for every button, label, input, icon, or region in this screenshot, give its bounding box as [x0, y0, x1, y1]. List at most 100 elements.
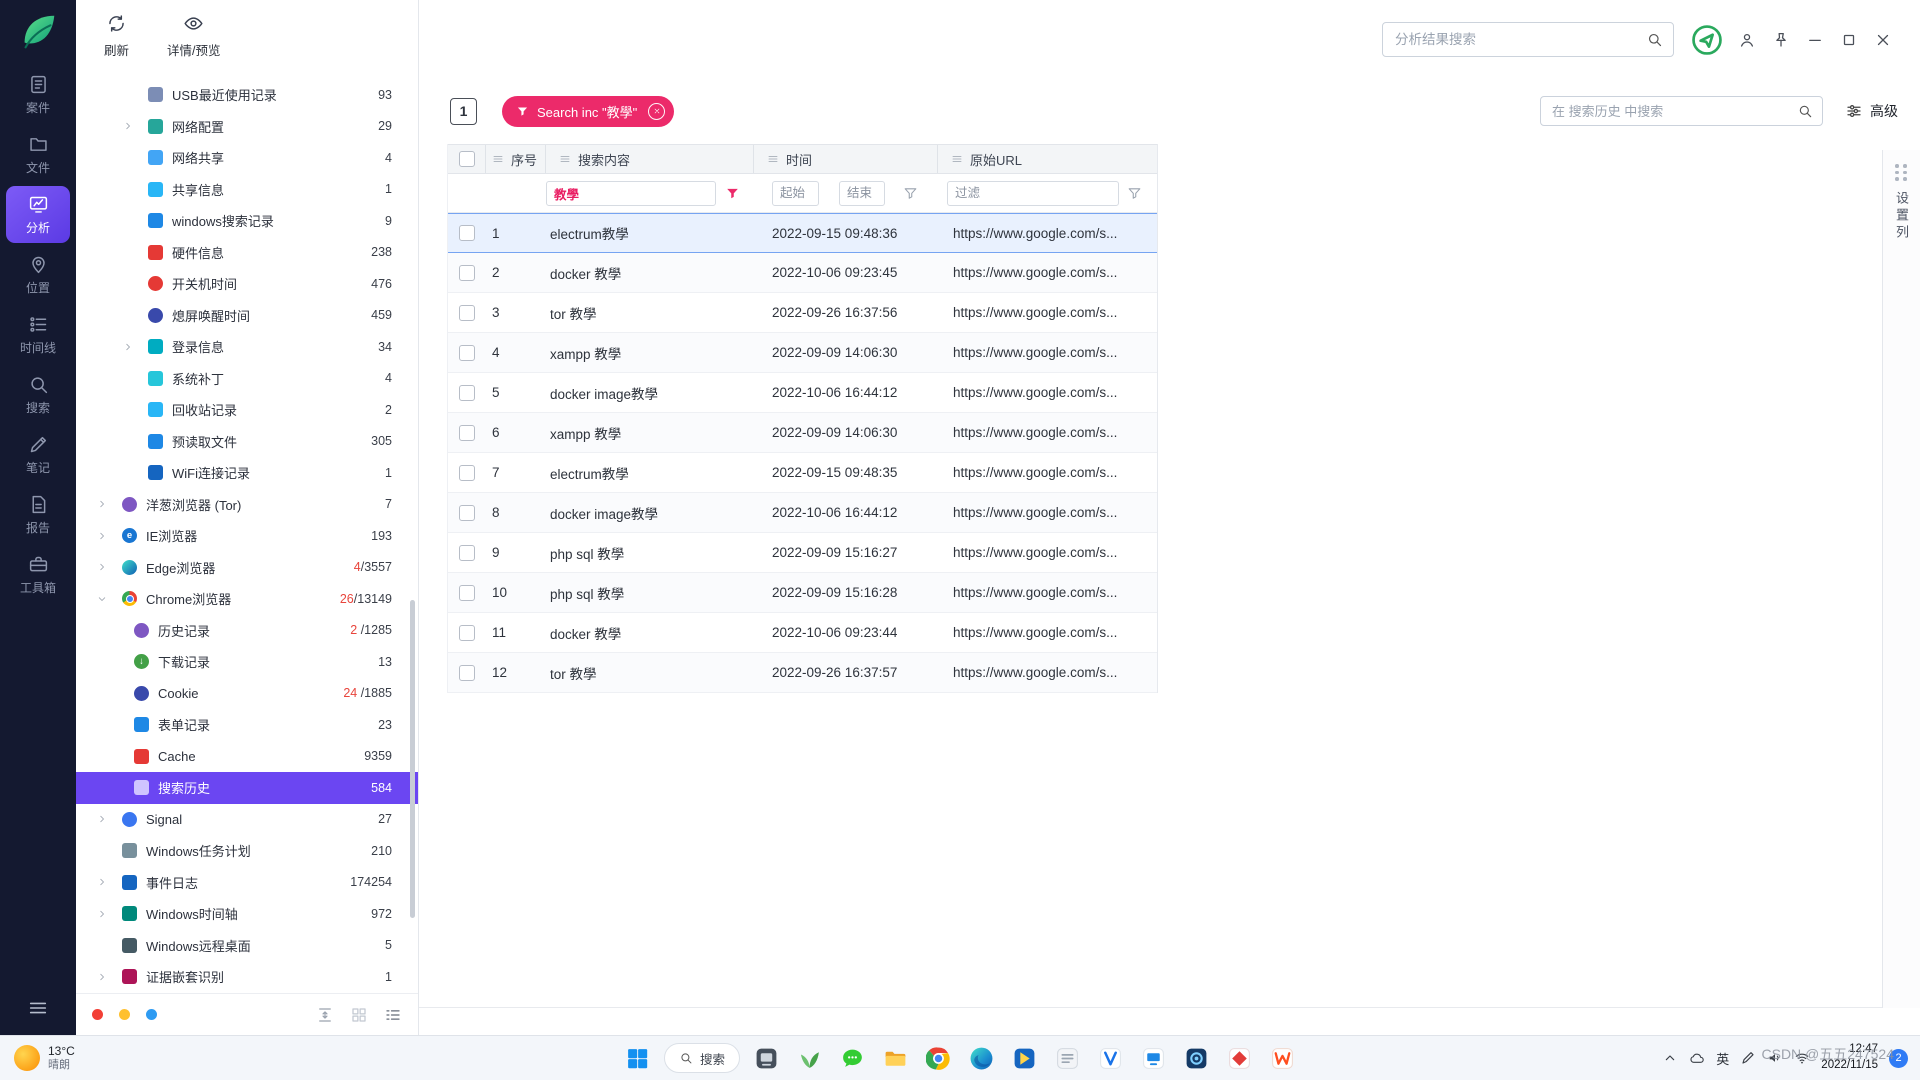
taskbar-chrome-icon[interactable]	[922, 1042, 955, 1075]
url-filter-funnel-icon[interactable]	[1127, 186, 1142, 201]
network-icon[interactable]	[1794, 1050, 1810, 1066]
taskbar-app-v-icon[interactable]	[1094, 1042, 1127, 1075]
minimize-button[interactable]	[1806, 31, 1824, 49]
volume-icon[interactable]	[1767, 1050, 1783, 1066]
row-checkbox[interactable]	[459, 585, 475, 601]
tree-item-network-share[interactable]: 网络共享4	[76, 142, 418, 174]
chevron-right-icon[interactable]	[96, 876, 122, 888]
taskbar-app-dark-icon[interactable]	[750, 1042, 783, 1075]
tree-item-signal[interactable]: Signal27	[76, 804, 418, 836]
tree-item-hardware-info[interactable]: 硬件信息238	[76, 237, 418, 269]
table-row[interactable]: 1electrum教學2022-09-15 09:48:36https://ww…	[448, 213, 1157, 253]
tree-item-remote-desktop[interactable]: Windows远程桌面5	[76, 930, 418, 962]
preview-button[interactable]: 详情/预览	[167, 13, 220, 59]
chevron-right-icon[interactable]	[122, 120, 148, 132]
tree-item-share-info[interactable]: 共享信息1	[76, 174, 418, 206]
table-search[interactable]	[1540, 96, 1823, 126]
row-checkbox[interactable]	[459, 385, 475, 401]
sidebar-item-location[interactable]: 位置	[6, 246, 70, 303]
table-row[interactable]: 10php sql 教學2022-09-09 15:16:28https://w…	[448, 573, 1157, 613]
taskbar-app-green-icon[interactable]	[793, 1042, 826, 1075]
pin-icon[interactable]	[1772, 31, 1790, 49]
time-end-input[interactable]	[839, 181, 885, 206]
table-row[interactable]: 6xampp 教學2022-09-09 14:06:30https://www.…	[448, 413, 1157, 453]
sidebar-item-toolbox[interactable]: 工具箱	[6, 546, 70, 603]
list-view-button[interactable]	[384, 1006, 402, 1024]
chevron-right-icon[interactable]	[96, 530, 122, 542]
tree-item-cache[interactable]: Cache9359	[76, 741, 418, 773]
tree-item-network-config[interactable]: 网络配置29	[76, 111, 418, 143]
taskbar-app-monitor-icon[interactable]	[1137, 1042, 1170, 1075]
taskbar-app-document-icon[interactable]	[1051, 1042, 1084, 1075]
row-checkbox[interactable]	[459, 545, 475, 561]
tree-item-windows-search-records[interactable]: windows搜索记录9	[76, 205, 418, 237]
filter-chip[interactable]: Search inc "教學"	[502, 96, 674, 127]
url-filter-input[interactable]	[947, 181, 1119, 206]
tree-item-recycle-bin[interactable]: 回收站记录2	[76, 394, 418, 426]
tree-item-chrome-browser[interactable]: Chrome浏览器26/13149	[76, 583, 418, 615]
tree-item-event-log[interactable]: 事件日志174254	[76, 867, 418, 899]
sidebar-item-files[interactable]: 文件	[6, 126, 70, 183]
sidebar-item-analysis[interactable]: 分析	[6, 186, 70, 243]
select-all-checkbox[interactable]	[459, 151, 475, 167]
fit-view-button[interactable]	[316, 1006, 334, 1024]
tree-item-login-info[interactable]: 登录信息34	[76, 331, 418, 363]
user-icon[interactable]	[1738, 31, 1756, 49]
table-row[interactable]: 11docker 教學2022-10-06 09:23:44https://ww…	[448, 613, 1157, 653]
chevron-right-icon[interactable]	[96, 908, 122, 920]
row-checkbox[interactable]	[459, 345, 475, 361]
column-settings-label[interactable]: 设置列	[1892, 191, 1911, 242]
taskbar-app-blue-yellow-icon[interactable]	[1008, 1042, 1041, 1075]
table-row[interactable]: 4xampp 教學2022-09-09 14:06:30https://www.…	[448, 333, 1157, 373]
row-checkbox[interactable]	[459, 505, 475, 521]
column-header-序号[interactable]: 序号	[486, 145, 546, 173]
tree-item-task-scheduler[interactable]: Windows任务计划210	[76, 835, 418, 867]
row-checkbox[interactable]	[459, 305, 475, 321]
row-checkbox[interactable]	[459, 225, 475, 241]
row-checkbox[interactable]	[459, 265, 475, 281]
sidebar-item-notes[interactable]: 笔记	[6, 426, 70, 483]
table-row[interactable]: 12tor 教學2022-09-26 16:37:57https://www.g…	[448, 653, 1157, 693]
taskbar-file-explorer-icon[interactable]	[879, 1042, 912, 1075]
column-header-搜索内容[interactable]: 搜索内容	[546, 145, 754, 173]
tree-item-cookie[interactable]: Cookie24 /1885	[76, 678, 418, 710]
tree-item-evidence-nested[interactable]: 证据嵌套识别1	[76, 961, 418, 993]
taskbar-app-navy-icon[interactable]	[1180, 1042, 1213, 1075]
result-tab[interactable]: 1	[450, 98, 477, 125]
column-header-时间[interactable]: 时间	[754, 145, 938, 173]
maximize-button[interactable]	[1840, 31, 1858, 49]
tree-item-tor-browser[interactable]: 洋葱浏览器 (Tor)7	[76, 489, 418, 521]
tree-item-search-history[interactable]: 搜索历史584	[76, 772, 418, 804]
taskbar-wps-icon[interactable]	[1266, 1042, 1299, 1075]
table-row[interactable]: 3tor 教學2022-09-26 16:37:56https://www.go…	[448, 293, 1157, 333]
tree-item-usb-records[interactable]: USB最近使用记录93	[76, 79, 418, 111]
cloud-icon[interactable]	[1689, 1050, 1705, 1066]
tree-item-windows-timeline[interactable]: Windows时间轴972	[76, 898, 418, 930]
global-search[interactable]	[1382, 22, 1674, 57]
column-header-原始URL[interactable]: 原始URL	[938, 145, 1159, 173]
tree-item-system-patch[interactable]: 系统补丁4	[76, 363, 418, 395]
clock[interactable]: 12:47 2022/11/15	[1821, 1042, 1878, 1073]
taskbar-app-red-icon[interactable]	[1223, 1042, 1256, 1075]
table-row[interactable]: 5docker image教學2022-10-06 16:44:12https:…	[448, 373, 1157, 413]
tree-item-form-records[interactable]: 表单记录23	[76, 709, 418, 741]
ime-indicator[interactable]: 英	[1716, 1049, 1729, 1068]
tray-expand-icon[interactable]	[1662, 1050, 1678, 1066]
content-filter-funnel-icon[interactable]	[725, 186, 740, 201]
verified-stamp-icon[interactable]	[1690, 23, 1724, 57]
tree-item-downloads[interactable]: ↓下载记录13	[76, 646, 418, 678]
row-checkbox[interactable]	[459, 465, 475, 481]
start-button[interactable]	[621, 1042, 654, 1075]
row-checkbox[interactable]	[459, 625, 475, 641]
menu-button[interactable]	[27, 997, 49, 1019]
table-row[interactable]: 2docker 教學2022-10-06 09:23:45https://www…	[448, 253, 1157, 293]
chip-close-button[interactable]	[648, 103, 665, 120]
row-checkbox[interactable]	[459, 425, 475, 441]
chevron-right-icon[interactable]	[96, 813, 122, 825]
content-filter-input[interactable]	[546, 181, 716, 206]
tree-scrollbar[interactable]	[410, 600, 415, 918]
tree-item-prefetch-files[interactable]: 预读取文件305	[76, 426, 418, 458]
chevron-right-icon[interactable]	[96, 971, 122, 983]
search-icon[interactable]	[1646, 31, 1663, 48]
tree-item-screen-wake-time[interactable]: 熄屏唤醒时间459	[76, 300, 418, 332]
